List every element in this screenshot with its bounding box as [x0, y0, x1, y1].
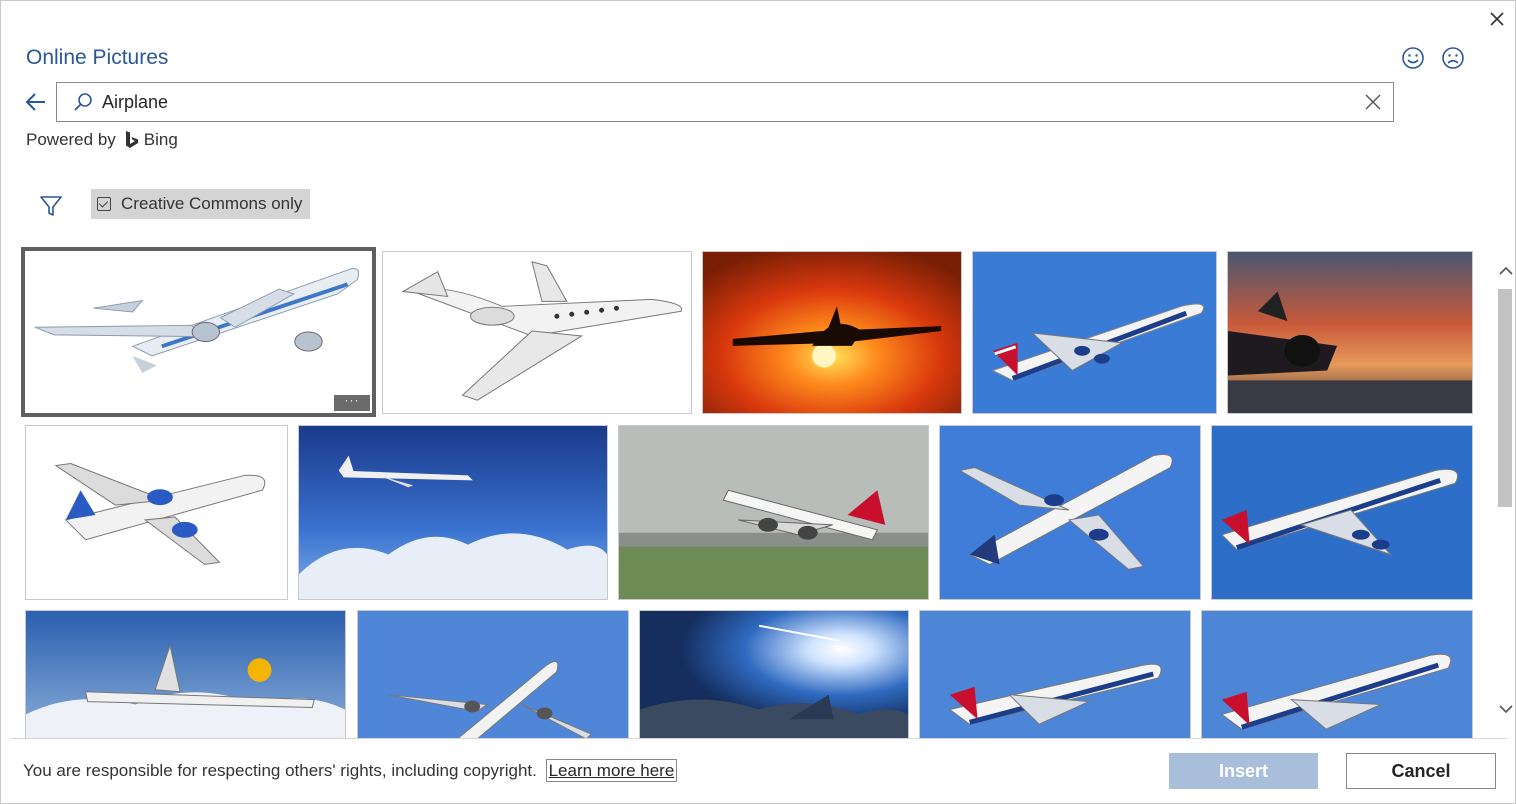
frown-feedback-button[interactable]	[1441, 46, 1467, 72]
dialog-title: Online Pictures	[26, 46, 169, 69]
jet-sunset-ground-image	[1228, 252, 1472, 413]
results-grid: ···	[1, 241, 1491, 738]
result-thumbnail[interactable]	[382, 251, 692, 414]
result-thumbnail[interactable]	[357, 610, 629, 738]
cancel-button[interactable]: Cancel	[1346, 753, 1496, 789]
back-arrow-icon	[25, 93, 45, 111]
clear-search-button[interactable]	[1363, 92, 1383, 112]
jet-above-clouds-image	[299, 426, 607, 599]
copyright-notice-text: You are responsible for respecting other…	[23, 761, 537, 780]
sun-sky-image	[640, 611, 908, 738]
result-thumbnail[interactable]	[25, 610, 346, 738]
lufthansa-clouds-image	[26, 611, 345, 738]
close-button[interactable]	[1485, 7, 1509, 31]
filter-button[interactable]	[39, 194, 63, 218]
jet-climbing-image	[358, 611, 628, 738]
insert-button[interactable]: Insert	[1169, 753, 1318, 789]
result-thumbnail[interactable]	[972, 251, 1217, 414]
result-thumbnail[interactable]	[298, 425, 608, 600]
online-pictures-dialog: Online Pictures Powered by Bing Creative…	[0, 0, 1516, 804]
learn-more-link[interactable]: Learn more here	[545, 759, 678, 782]
back-button[interactable]	[23, 89, 49, 115]
creative-commons-label: Creative Commons only	[121, 194, 303, 213]
smile-feedback-button[interactable]	[1401, 46, 1427, 72]
result-thumbnail[interactable]: ···	[21, 247, 376, 417]
white-jet-image	[25, 251, 372, 413]
result-thumbnail[interactable]	[639, 610, 909, 738]
british-747-image	[920, 611, 1190, 738]
scroll-down-icon[interactable]	[1498, 701, 1514, 717]
bing-brand: Bing	[143, 130, 178, 149]
close-icon	[1490, 12, 1504, 26]
result-thumbnail[interactable]	[618, 425, 929, 600]
powered-by-label: Powered by	[26, 130, 116, 149]
checkbox-checked-icon	[97, 197, 111, 211]
filter-icon	[40, 196, 62, 216]
oneworld-747-image	[1212, 426, 1472, 599]
search-input[interactable]	[102, 89, 1342, 115]
british-747-image	[1202, 611, 1472, 738]
result-thumbnail[interactable]	[939, 425, 1201, 600]
blue-tail-jet-image	[26, 426, 287, 599]
clear-icon	[1365, 94, 1381, 110]
bing-logo-icon	[125, 131, 138, 148]
footer-divider	[11, 738, 1507, 739]
business-jet-image	[383, 252, 691, 413]
result-thumbnail[interactable]	[25, 425, 288, 600]
creative-commons-checkbox[interactable]: Creative Commons only	[91, 189, 310, 219]
red-tail-takeoff-image	[619, 426, 928, 599]
more-options-button[interactable]: ···	[334, 394, 370, 411]
result-thumbnail[interactable]	[1227, 251, 1473, 414]
copyright-notice: You are responsible for respecting other…	[23, 759, 678, 782]
frown-icon	[1442, 47, 1464, 69]
powered-by: Powered by Bing	[26, 130, 178, 150]
scroll-up-icon[interactable]	[1498, 263, 1514, 279]
result-thumbnail[interactable]	[919, 610, 1191, 738]
results-scrollbar[interactable]	[1495, 259, 1515, 725]
sunset-silhouette-image	[703, 252, 961, 413]
result-thumbnail[interactable]	[702, 251, 962, 414]
result-thumbnail[interactable]	[1211, 425, 1473, 600]
delta-jet-image	[940, 426, 1200, 599]
search-box	[56, 82, 1394, 122]
scrollbar-thumb[interactable]	[1498, 289, 1512, 507]
search-icon	[74, 93, 92, 111]
result-thumbnail[interactable]	[1201, 610, 1473, 738]
british-747-image	[973, 252, 1216, 413]
smile-icon	[1402, 47, 1424, 69]
